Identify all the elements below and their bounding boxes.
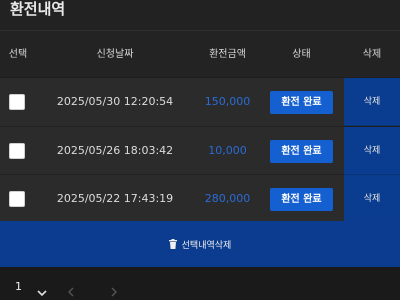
table-row: 2025/05/22 17:43:19 280,000 환전 완료 삭제 (0, 175, 400, 223)
header-select: 선택 (8, 49, 28, 60)
page-title: 환전내역 (10, 0, 66, 18)
row-amount: 150,000 (204, 95, 251, 108)
table-row: 2025/05/26 18:03:42 10,000 환전 완료 삭제 (0, 127, 400, 175)
row-delete-button[interactable]: 삭제 (344, 127, 400, 175)
status-badge: 환전 완료 (270, 188, 333, 211)
row-delete-button[interactable]: 삭제 (344, 78, 400, 126)
row-checkbox[interactable] (9, 94, 25, 110)
delete-selected-button[interactable]: 선택내역삭제 (0, 221, 400, 267)
row-delete-button[interactable]: 삭제 (344, 175, 400, 223)
delete-selected-label: 선택내역삭제 (181, 240, 232, 251)
header-delete: 삭제 (362, 49, 382, 60)
table-row: 2025/05/30 12:20:54 150,000 환전 완료 삭제 (0, 78, 400, 126)
chevron-left-icon[interactable] (67, 282, 74, 300)
header-amount: 환전금액 (209, 49, 246, 60)
table-header: 선택 신청날짜 환전금액 상태 삭제 (0, 30, 400, 77)
status-badge: 환전 완료 (270, 140, 333, 163)
chevron-right-icon[interactable] (111, 282, 118, 300)
page-select-value: 1 (15, 280, 22, 293)
row-checkbox[interactable] (9, 191, 25, 207)
row-checkbox[interactable] (9, 143, 25, 159)
header-bar: 환전내역 (0, 0, 400, 30)
status-badge: 환전 완료 (270, 91, 333, 114)
pagination: 1 (0, 267, 400, 300)
header-date: 신청날짜 (96, 49, 134, 60)
header-status: 상태 (292, 49, 311, 60)
row-amount: 10,000 (208, 144, 247, 157)
row-date: 2025/05/22 17:43:19 (56, 192, 174, 205)
trash-icon (168, 239, 177, 249)
row-date: 2025/05/26 18:03:42 (56, 144, 174, 157)
row-amount: 280,000 (204, 192, 251, 205)
chevron-down-icon[interactable] (37, 282, 47, 300)
row-date: 2025/05/30 12:20:54 (56, 95, 174, 108)
